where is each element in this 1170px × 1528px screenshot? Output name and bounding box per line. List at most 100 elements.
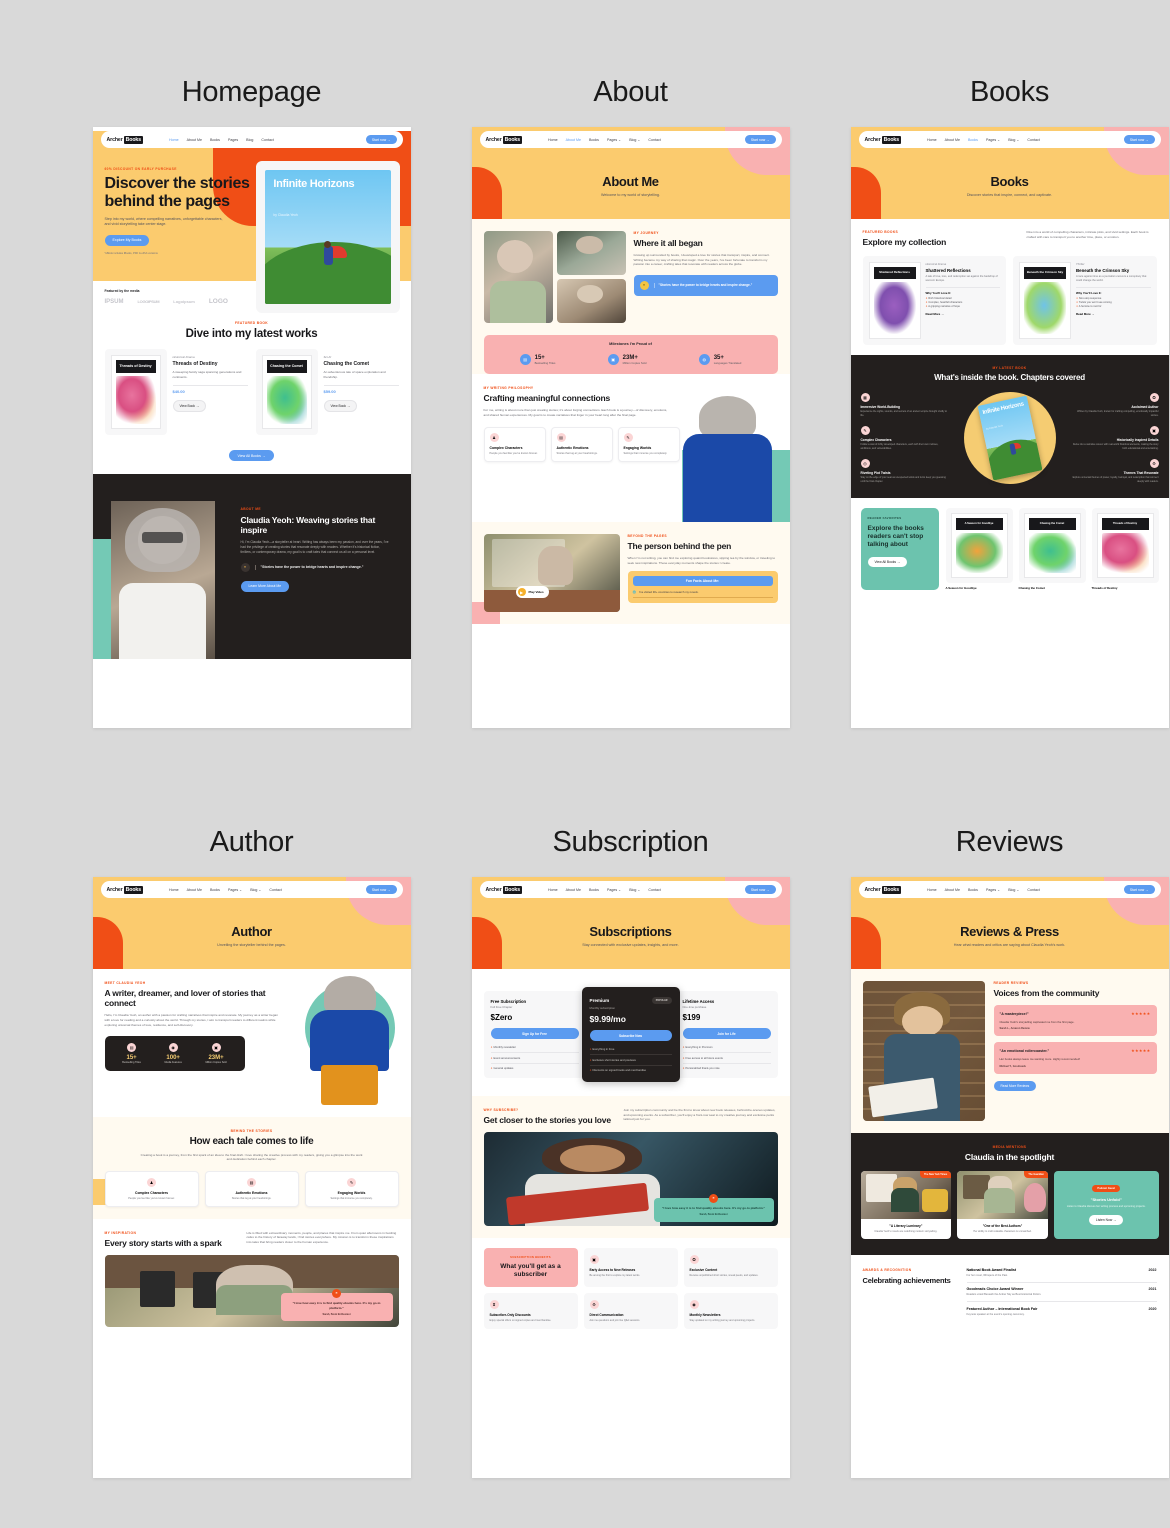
- nav-item-contact[interactable]: Contact: [1027, 888, 1039, 892]
- books-preview[interactable]: Archer Books Home About Me Books Pages ⌄ …: [850, 127, 1169, 728]
- brand-logo[interactable]: Archer Books: [865, 135, 901, 144]
- nav-item-contact[interactable]: Contact: [269, 888, 281, 892]
- nav-links[interactable]: Home About Me Books Pages ⌄ Blog ⌄ Conta…: [548, 888, 661, 892]
- crafting-card-0[interactable]: ♟ Complex Characters People you feel lik…: [483, 427, 546, 463]
- start-now-button[interactable]: Start now →: [744, 885, 776, 894]
- navbar-about[interactable]: Archer Books Home About Me Books Pages ⌄ …: [479, 131, 782, 148]
- navbar-author[interactable]: Archer Books Home About Me Books Pages ⌄ …: [100, 881, 403, 898]
- start-now-button[interactable]: Start now →: [365, 135, 397, 144]
- reviews-preview[interactable]: Archer Books Home About Me Books Pages ⌄ …: [850, 877, 1169, 1478]
- nav-item-books[interactable]: Books: [210, 138, 220, 142]
- read-more-link-0[interactable]: Read More →: [926, 312, 1001, 316]
- view-book-button-1[interactable]: View Book →: [323, 400, 358, 413]
- crafting-card-2[interactable]: ✎ Engaging Worlds Settings that immerse …: [617, 427, 680, 463]
- about-preview[interactable]: Archer Books Home About Me Books Pages ⌄ …: [471, 127, 790, 728]
- nav-item-books[interactable]: Books: [589, 888, 599, 892]
- plan-cta-0[interactable]: Sign Up for Free: [490, 1028, 579, 1039]
- nav-links[interactable]: Home About Me Books Pages Blog Contact: [169, 138, 274, 142]
- press-card-0[interactable]: The New York Times "A Literary Luminary"…: [860, 1171, 952, 1239]
- listen-now-button[interactable]: Listen Now →: [1088, 1215, 1124, 1226]
- nav-item-home[interactable]: Home: [548, 138, 558, 142]
- brand-logo[interactable]: Archer Books: [486, 885, 522, 894]
- read-more-reviews-button[interactable]: Read More Reviews: [993, 1080, 1037, 1091]
- subscription-preview[interactable]: Archer Books Home About Me Books Pages ⌄ …: [471, 877, 790, 1478]
- benefit-card-1[interactable]: ✪ Exclusive Content Receive unpublished …: [683, 1248, 778, 1287]
- plan-free[interactable]: Free Subscription Full Free Chapter $Zer…: [483, 991, 586, 1078]
- nav-item-about[interactable]: About Me: [945, 888, 960, 892]
- play-video-button[interactable]: ▶ Play Video: [515, 586, 549, 598]
- process-card-2[interactable]: ✎ Engaging Worlds Settings that immerse …: [304, 1170, 399, 1207]
- nav-item-books[interactable]: Books: [589, 138, 599, 142]
- nav-links[interactable]: Home About Me Books Pages ⌄ Blog ⌄ Conta…: [927, 888, 1040, 892]
- view-book-button-0[interactable]: View Book →: [172, 400, 207, 413]
- nav-item-home[interactable]: Home: [927, 138, 937, 142]
- nav-item-about[interactable]: About Me: [187, 138, 202, 142]
- brand-logo[interactable]: Archer Books: [486, 135, 522, 144]
- navbar-subscription[interactable]: Archer Books Home About Me Books Pages ⌄ …: [479, 881, 782, 898]
- nav-item-blog[interactable]: Blog ⌄: [1008, 888, 1019, 892]
- nav-item-pages[interactable]: Pages ⌄: [607, 138, 621, 142]
- nav-links[interactable]: Home About Me Books Pages ⌄ Blog ⌄ Conta…: [927, 138, 1040, 142]
- nav-item-about[interactable]: About Me: [566, 888, 581, 892]
- nav-item-pages[interactable]: Pages ⌄: [228, 888, 242, 892]
- nav-item-home[interactable]: Home: [927, 888, 937, 892]
- benefit-card-4[interactable]: ◉ Monthly Newsletters Stay updated on my…: [683, 1292, 778, 1330]
- read-more-link-1[interactable]: Read More →: [1076, 312, 1151, 316]
- plan-cta-1[interactable]: Subscribe Now: [589, 1030, 672, 1041]
- podcast-card[interactable]: Podcast Guest "Stories Unfold" Listen to…: [1053, 1171, 1159, 1239]
- homepage-preview[interactable]: Archer Books Home About Me Books Pages Bl…: [92, 127, 411, 728]
- nav-item-about[interactable]: About Me: [187, 888, 202, 892]
- view-all-books-button[interactable]: View All Books →: [229, 450, 274, 462]
- nav-item-contact[interactable]: Contact: [261, 138, 273, 142]
- brand-logo[interactable]: Archer Books: [107, 135, 143, 144]
- nav-item-books[interactable]: Books: [210, 888, 220, 892]
- favorite-book-2[interactable]: Threads of Destiny Threads of Destiny: [1091, 508, 1159, 590]
- nav-item-home[interactable]: Home: [169, 888, 179, 892]
- nav-item-books[interactable]: Books: [968, 888, 978, 892]
- nav-item-pages[interactable]: Pages: [228, 138, 238, 142]
- author-preview[interactable]: Archer Books Home About Me Books Pages ⌄ …: [92, 877, 411, 1478]
- nav-links[interactable]: Home About Me Books Pages ⌄ Blog ⌄ Conta…: [169, 888, 282, 892]
- benefit-card-3[interactable]: ⚙ Direct Communication Ask me questions …: [583, 1292, 678, 1330]
- nav-item-contact[interactable]: Contact: [648, 888, 660, 892]
- nav-item-contact[interactable]: Contact: [1027, 138, 1039, 142]
- nav-item-blog[interactable]: Blog ⌄: [629, 888, 640, 892]
- brand-logo[interactable]: Archer Books: [107, 885, 143, 894]
- nav-item-pages[interactable]: Pages ⌄: [986, 138, 1000, 142]
- collection-book-0[interactable]: Shattered Reflections Historical Drama S…: [862, 256, 1006, 345]
- nav-item-pages[interactable]: Pages ⌄: [986, 888, 1000, 892]
- navbar[interactable]: Archer Books Home About Me Books Pages Bl…: [100, 131, 403, 148]
- collection-book-1[interactable]: Beneath the Crimson Sky Thriller Beneath…: [1013, 256, 1157, 345]
- benefit-card-2[interactable]: ⧗ Subscriber-Only Discounts Enjoy specia…: [483, 1292, 578, 1330]
- process-card-0[interactable]: ♟ Complex Characters People you feel lik…: [104, 1170, 199, 1207]
- nav-item-blog[interactable]: Blog ⌄: [629, 138, 640, 142]
- view-all-books-button[interactable]: View All Books →: [867, 557, 908, 568]
- nav-item-about[interactable]: About Me: [945, 138, 960, 142]
- nav-item-pages[interactable]: Pages ⌄: [607, 888, 621, 892]
- start-now-button[interactable]: Start now →: [1123, 885, 1155, 894]
- benefit-card-0[interactable]: ▣ Early Access to New Releases Be among …: [583, 1248, 678, 1287]
- nav-item-blog[interactable]: Blog: [246, 138, 253, 142]
- nav-item-books[interactable]: Books: [968, 138, 978, 142]
- nav-item-home[interactable]: Home: [169, 138, 179, 142]
- press-card-1[interactable]: The Guardian "One of the Best Authors" H…: [957, 1171, 1048, 1239]
- start-now-button[interactable]: Start now →: [744, 135, 776, 144]
- nav-item-blog[interactable]: Blog ⌄: [250, 888, 261, 892]
- crafting-card-1[interactable]: ▤ Authentic Emotions Stories that tug at…: [550, 427, 613, 463]
- nav-item-about[interactable]: About Me: [566, 138, 581, 142]
- book-card-0[interactable]: Threads of Destiny Historical Drama Thre…: [104, 349, 248, 435]
- navbar-books[interactable]: Archer Books Home About Me Books Pages ⌄ …: [858, 131, 1161, 148]
- explore-my-books-button[interactable]: Explore My Books: [104, 234, 150, 246]
- start-now-button[interactable]: Start now →: [365, 885, 397, 894]
- book-card-1[interactable]: Chasing the Comet Sci-Fi Chasing the Com…: [255, 349, 399, 435]
- process-card-1[interactable]: ▤ Authentic Emotions Stories that tug at…: [204, 1170, 299, 1207]
- navbar-reviews[interactable]: Archer Books Home About Me Books Pages ⌄ …: [858, 881, 1161, 898]
- nav-item-blog[interactable]: Blog ⌄: [1008, 138, 1019, 142]
- plan-cta-2[interactable]: Join for Life: [682, 1028, 771, 1039]
- nav-item-home[interactable]: Home: [548, 888, 558, 892]
- nav-item-contact[interactable]: Contact: [648, 138, 660, 142]
- plan-premium[interactable]: Premium POPULAR Monthly subscription $9.…: [581, 987, 680, 1082]
- start-now-button[interactable]: Start now →: [1123, 135, 1155, 144]
- learn-more-about-me-button[interactable]: Learn More About Me: [240, 580, 290, 592]
- favorite-book-1[interactable]: Chasing the Comet Chasing the Comet: [1018, 508, 1086, 590]
